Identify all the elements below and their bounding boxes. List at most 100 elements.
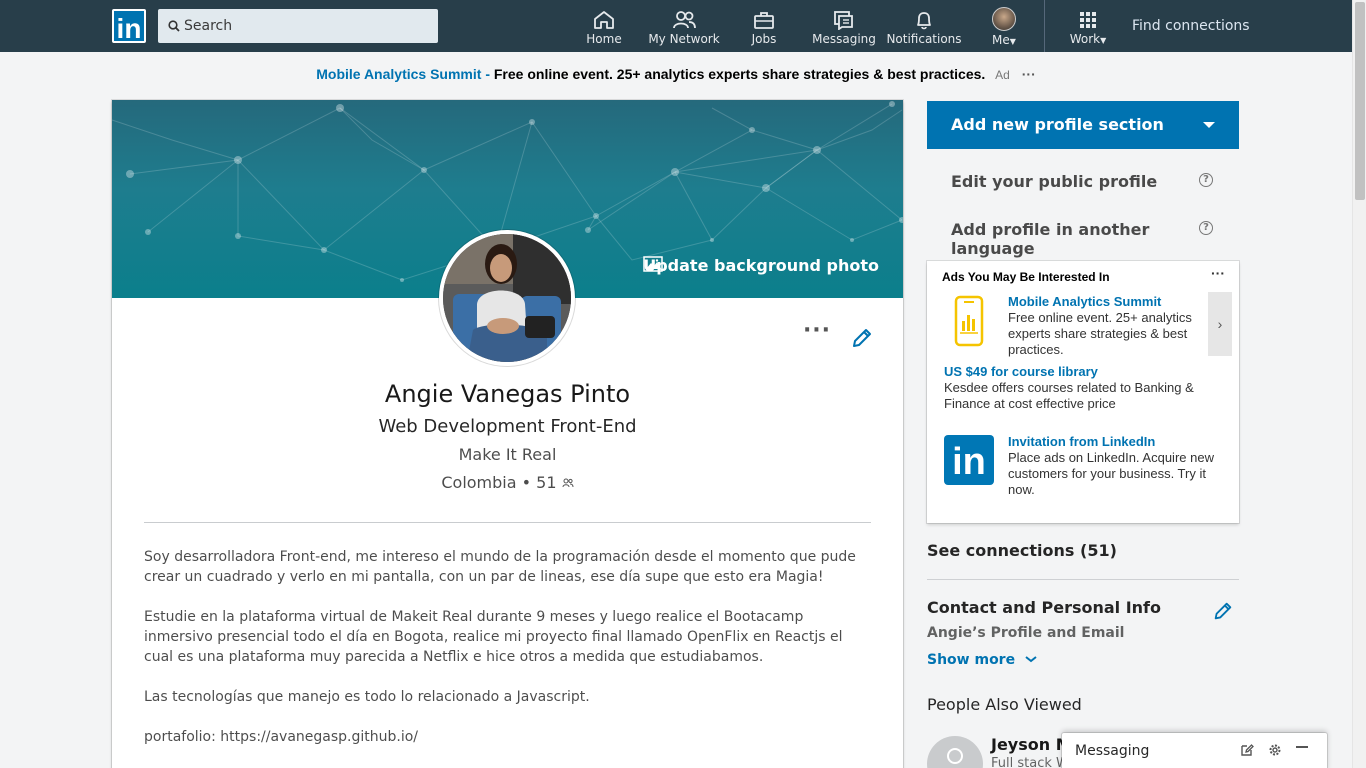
- messaging-overlay[interactable]: Messaging: [1062, 733, 1327, 768]
- scrollbar-thumb[interactable]: [1355, 2, 1365, 200]
- summary-paragraph: Soy desarrolladora Front-end, me interes…: [144, 549, 856, 585]
- linkedin-logo[interactable]: in: [112, 9, 146, 44]
- messaging-icon: [834, 11, 853, 30]
- nav-home[interactable]: Home: [584, 6, 624, 50]
- chevron-down-icon: [1025, 656, 1037, 663]
- linkedin-ad-logo-icon[interactable]: in: [944, 435, 994, 485]
- caret-down-icon: [1203, 122, 1215, 128]
- ad-label: Ad: [995, 68, 1010, 82]
- pencil-icon: [853, 329, 871, 347]
- nav-me-label-wrap: Me▼: [986, 33, 1022, 47]
- profile-company[interactable]: Make It Real: [112, 445, 903, 464]
- show-more-button[interactable]: Show more: [927, 652, 1038, 668]
- image-icon: [643, 256, 663, 272]
- person-placeholder-icon: [947, 748, 963, 764]
- add-profile-section-button[interactable]: Add new profile section: [927, 101, 1239, 149]
- add-language-profile-label: Add profile in another language: [951, 220, 1150, 258]
- people-also-viewed-title: People Also Viewed: [927, 695, 1082, 714]
- minimize-icon[interactable]: [1296, 746, 1308, 748]
- grid-icon: [1080, 12, 1096, 28]
- network-icon: [673, 11, 696, 29]
- ad-item-desc[interactable]: Kesdee offers courses related to Banking…: [944, 380, 1214, 412]
- edit-public-profile-link[interactable]: Edit your public profile ?: [951, 172, 1221, 191]
- ads-panel: Ads You May Be Interested In ··· Mobile …: [927, 261, 1239, 523]
- ad-more-icon[interactable]: ···: [1022, 66, 1036, 82]
- mobile-analytics-logo-icon[interactable]: [954, 295, 984, 347]
- ad-item-title[interactable]: US $49 for course library: [944, 364, 1098, 379]
- help-icon[interactable]: ?: [1199, 221, 1213, 235]
- profile-location-row: Colombia • 51: [112, 473, 903, 492]
- home-icon: [594, 11, 614, 29]
- nav-messaging[interactable]: Messaging: [812, 6, 876, 50]
- compose-icon[interactable]: [1240, 743, 1254, 757]
- gear-icon[interactable]: [1268, 743, 1282, 757]
- update-background-photo-button[interactable]: Update background photo: [643, 256, 879, 275]
- ad-item-desc[interactable]: Free online event. 25+ analytics experts…: [1008, 310, 1208, 358]
- nav-divider: [1044, 0, 1045, 52]
- nav-work-label: Work: [1069, 32, 1101, 46]
- search-box[interactable]: [158, 9, 438, 43]
- profile-headline: Web Development Front-End: [378, 416, 637, 437]
- me-avatar: [992, 7, 1016, 31]
- nav-notifications[interactable]: Notifications: [886, 6, 962, 50]
- nav-me-label: Me: [992, 33, 1010, 47]
- ad-banner[interactable]: Mobile Analytics Summit - Free online ev…: [0, 66, 1352, 82]
- chevron-right-icon[interactable]: ›: [1208, 292, 1232, 356]
- contact-info-title: Contact and Personal Info: [927, 598, 1162, 617]
- search-icon: [168, 20, 180, 32]
- nav-notifications-label: Notifications: [886, 32, 962, 46]
- bell-icon: [917, 12, 931, 30]
- ad-banner-desc[interactable]: Free online event. 25+ analytics experts…: [494, 66, 985, 82]
- ad-item-title[interactable]: Invitation from LinkedIn: [1008, 434, 1155, 449]
- update-background-label: Update background photo: [643, 256, 879, 275]
- see-connections-link[interactable]: See connections (51): [927, 541, 1117, 560]
- nav-jobs-label: Jobs: [751, 32, 777, 46]
- profile-location: Colombia: [441, 473, 517, 492]
- connection-count[interactable]: 51: [536, 473, 556, 492]
- add-language-profile-link[interactable]: Add profile in another language ?: [951, 220, 1221, 258]
- nav-work-label-wrap: Work▼: [1066, 32, 1110, 46]
- show-more-label: Show more: [927, 652, 1016, 668]
- rail-divider: [927, 579, 1239, 580]
- ad-item-desc[interactable]: Place ads on LinkedIn. Acquire new custo…: [1008, 450, 1223, 498]
- nav-my-network[interactable]: My Network: [648, 6, 720, 50]
- avatar[interactable]: [927, 736, 983, 768]
- connections-icon: [562, 478, 574, 488]
- summary-paragraph: Estudie en la plataforma virtual de Make…: [144, 609, 843, 665]
- messaging-overlay-title[interactable]: Messaging: [1075, 743, 1149, 759]
- ads-panel-title: Ads You May Be Interested In: [942, 270, 1110, 284]
- edit-public-profile-label: Edit your public profile: [951, 172, 1158, 191]
- nav-my-network-label: My Network: [648, 32, 720, 46]
- add-profile-section-label: Add new profile section: [951, 115, 1164, 134]
- profile-summary: Soy desarrolladora Front-end, me interes…: [144, 547, 874, 767]
- caret-down-icon: ▼: [1009, 37, 1016, 46]
- more-actions-button[interactable]: ···: [802, 320, 832, 350]
- contact-info-subtitle: Angie’s Profile and Email: [927, 625, 1125, 641]
- help-icon[interactable]: ?: [1199, 173, 1213, 187]
- profile-divider: [144, 522, 871, 523]
- profile-photo-image: [443, 234, 571, 362]
- edit-contact-button[interactable]: [1212, 600, 1234, 626]
- nav-home-label: Home: [586, 32, 622, 46]
- ads-more-icon[interactable]: ···: [1211, 265, 1225, 281]
- nav-work[interactable]: Work▼: [1066, 6, 1110, 50]
- search-input[interactable]: [184, 9, 434, 43]
- people-also-viewed-headline: Full stack W: [991, 756, 1069, 768]
- nav-messaging-label: Messaging: [812, 32, 876, 46]
- summary-paragraph: portafolio: https://avanegasp.github.io/: [144, 729, 419, 745]
- page-scrollbar[interactable]: [1352, 0, 1366, 768]
- pencil-icon: [1214, 602, 1232, 620]
- profile-name: Angie Vanegas Pinto: [384, 380, 631, 408]
- nav-me[interactable]: Me▼: [986, 4, 1022, 48]
- profile-photo[interactable]: [439, 230, 575, 366]
- briefcase-icon: [754, 12, 774, 29]
- ad-banner-title[interactable]: Mobile Analytics Summit -: [316, 66, 490, 82]
- profile-card: Update background photo ··· Angie Vanega…: [112, 100, 903, 768]
- caret-down-icon: ▼: [1100, 36, 1107, 45]
- nav-jobs[interactable]: Jobs: [744, 6, 784, 50]
- find-connections-link[interactable]: Find connections: [1132, 18, 1250, 34]
- summary-paragraph: Las tecnologías que manejo es todo lo re…: [144, 689, 590, 705]
- separator-dot: •: [521, 473, 537, 492]
- ad-item-title[interactable]: Mobile Analytics Summit: [1008, 294, 1161, 309]
- edit-intro-button[interactable]: [850, 326, 874, 354]
